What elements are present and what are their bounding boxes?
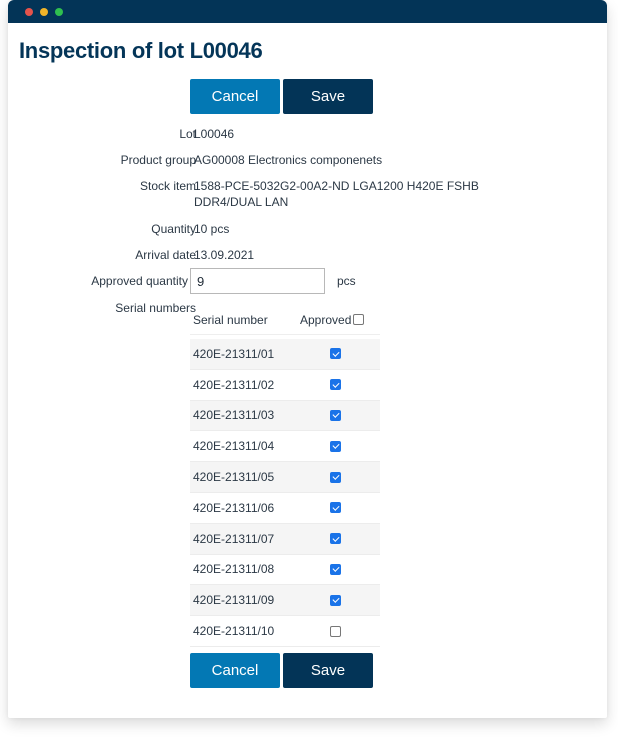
table-row: 420E-21311/05 — [190, 462, 380, 493]
serial-table-body: 420E-21311/01 420E-21311/02 420E-21311/03 4… — [190, 335, 380, 647]
select-all-checkbox[interactable] — [353, 314, 365, 325]
serial-number-cell: 420E-21311/06 — [193, 500, 275, 515]
maximize-window-icon[interactable] — [55, 8, 63, 16]
serial-number-cell: 420E-21311/09 — [193, 593, 275, 608]
save-button-bottom[interactable]: Save — [283, 653, 373, 688]
serial-number-column-header: Serial number — [193, 312, 268, 327]
table-row: 420E-21311/08 — [190, 554, 380, 586]
stock-item-value: 1588-PCE-5032G2-00A2-ND LGA1200 H420E FS… — [194, 178, 479, 210]
approved-checkbox[interactable] — [330, 502, 341, 514]
title-bar — [8, 0, 607, 23]
table-row: 420E-21311/03 — [190, 400, 380, 432]
arrival-date-value: 13.09.2021 — [194, 248, 255, 262]
table-row: 420E-21311/01 — [190, 339, 380, 370]
table-row: 420E-21311/10 — [190, 616, 380, 647]
lot-value: L00046 — [194, 127, 235, 141]
close-window-icon[interactable] — [25, 8, 33, 16]
table-row: 420E-21311/09 — [190, 585, 380, 617]
product-group-label: Product group — [120, 153, 196, 167]
table-row: 420E-21311/06 — [190, 492, 380, 524]
serial-numbers-table: Serial number Approved 420E-21311/01 420E… — [190, 305, 380, 647]
approved-checkbox[interactable] — [330, 625, 341, 637]
serial-number-cell: 420E-21311/08 — [193, 562, 275, 577]
approved-column-header: Approved — [300, 312, 365, 327]
cancel-button-bottom[interactable]: Cancel — [190, 653, 280, 688]
quantity-value: 10 pcs — [194, 222, 230, 236]
approved-checkbox[interactable] — [330, 348, 341, 360]
approved-quantity-input[interactable] — [190, 268, 325, 294]
serial-number-cell: 420E-21311/03 — [193, 408, 275, 423]
serial-number-cell: 420E-21311/05 — [193, 470, 275, 485]
top-action-bar: Cancel Save — [190, 79, 373, 114]
page-title: Inspection of lot L00046 — [19, 38, 263, 63]
serial-numbers-label: Serial numbers — [115, 301, 196, 315]
approved-checkbox[interactable] — [330, 594, 341, 606]
approved-column-label: Approved — [300, 312, 352, 327]
save-button[interactable]: Save — [283, 79, 373, 114]
quantity-label: Quantity — [151, 222, 196, 236]
serial-number-cell: 420E-21311/10 — [193, 624, 275, 639]
approved-checkbox[interactable] — [330, 533, 341, 545]
serial-number-cell: 420E-21311/04 — [193, 439, 275, 454]
arrival-date-label: Arrival date — [135, 248, 196, 262]
serial-table-header: Serial number Approved — [190, 305, 380, 335]
approved-checkbox[interactable] — [330, 409, 341, 421]
approved-quantity-label: Approved quantity * — [91, 274, 196, 288]
product-group-value: AG00008 Electronics componenets — [194, 153, 383, 167]
stock-item-line-1: 1588-PCE-5032G2-00A2-ND LGA1200 H420E FS… — [194, 179, 479, 193]
serial-number-cell: 420E-21311/07 — [193, 531, 275, 546]
table-row: 420E-21311/04 — [190, 431, 380, 463]
table-row: 420E-21311/07 — [190, 523, 380, 555]
approved-checkbox[interactable] — [330, 563, 341, 575]
bottom-action-bar: Cancel Save — [190, 653, 373, 688]
serial-number-cell: 420E-21311/01 — [193, 346, 275, 361]
approved-checkbox[interactable] — [330, 471, 341, 483]
stock-item-line-2: DDR4/DUAL LAN — [194, 195, 289, 209]
stock-item-label: Stock item — [139, 179, 196, 193]
minimize-window-icon[interactable] — [40, 8, 48, 16]
serial-number-cell: 420E-21311/02 — [193, 377, 275, 392]
approved-checkbox[interactable] — [330, 379, 341, 391]
table-row: 420E-21311/02 — [190, 369, 380, 401]
approved-quantity-unit: pcs — [337, 274, 356, 288]
approved-checkbox[interactable] — [330, 440, 341, 452]
cancel-button[interactable]: Cancel — [190, 79, 280, 114]
